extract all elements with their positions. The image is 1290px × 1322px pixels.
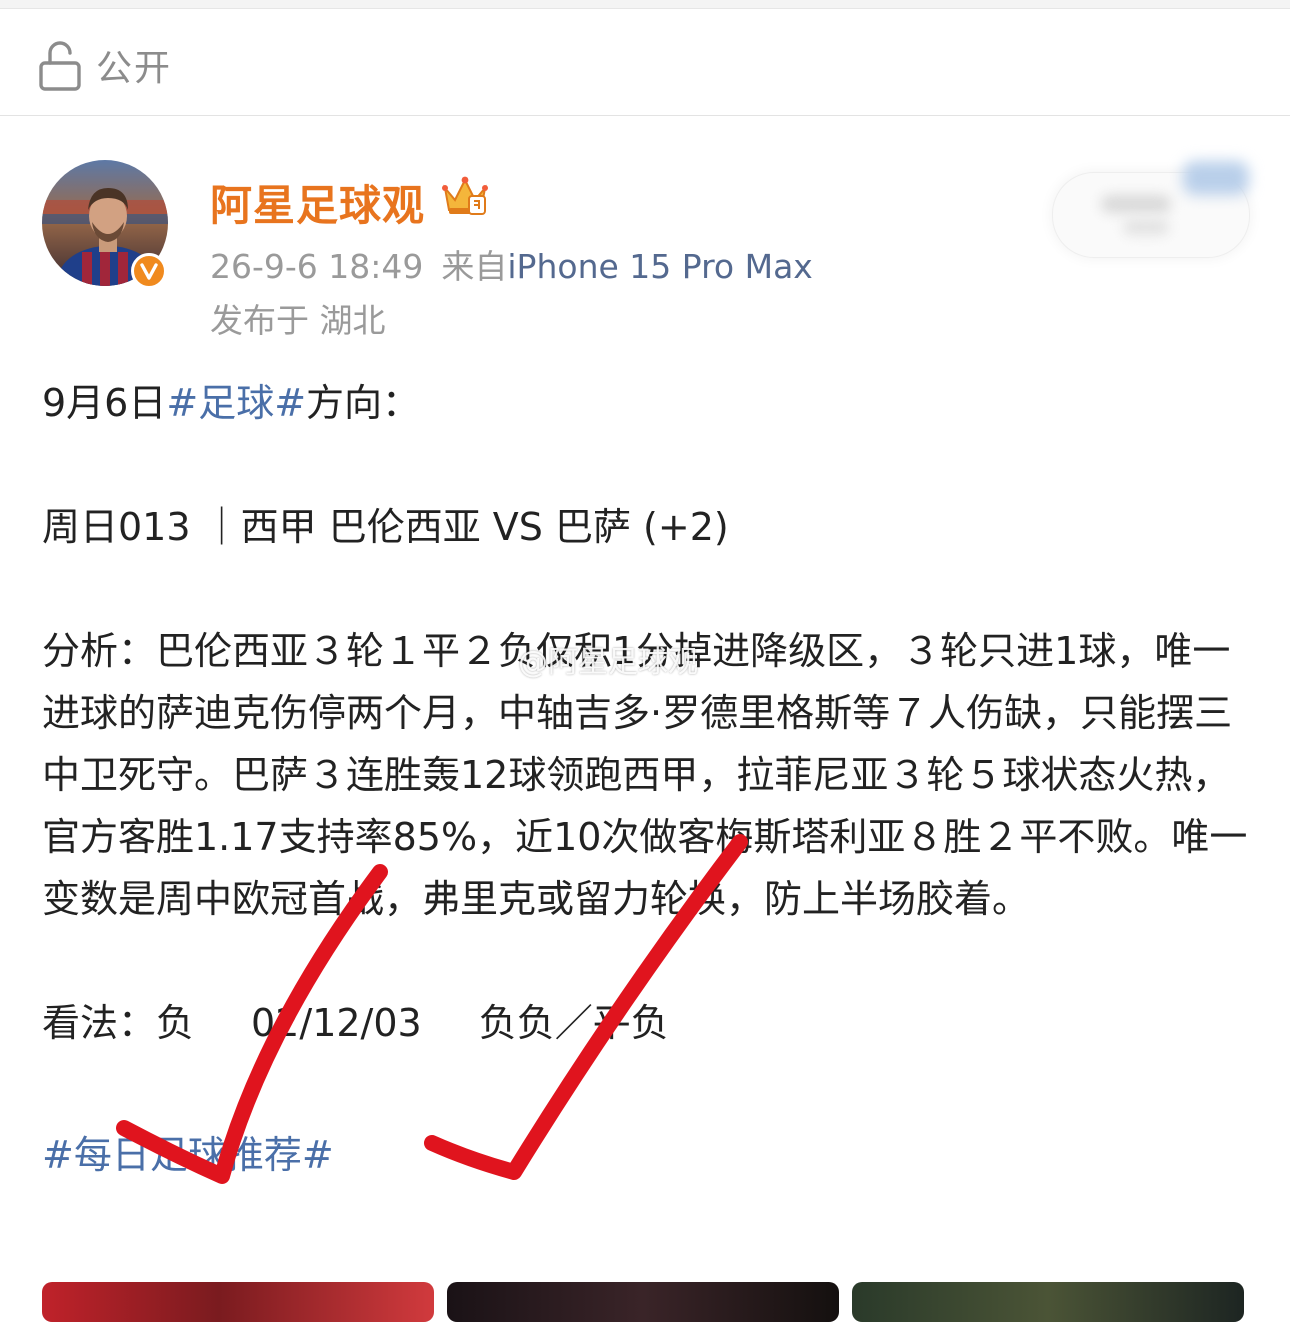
image-thumbnail-row: [42, 1282, 1246, 1322]
image-thumbnail[interactable]: [852, 1282, 1244, 1322]
source-device-link[interactable]: iPhone 15 Pro Max: [507, 247, 812, 286]
view-label: 看法：: [42, 1001, 157, 1045]
follow-button-blurred-sublabel: [1123, 219, 1169, 235]
author-name[interactable]: 阿星足球观: [210, 172, 425, 233]
lock-open-icon: [39, 41, 81, 91]
analysis-text: 分析：巴伦西亚３轮１平２负仅积1分掉进降级区，３轮只进1球，唯一进球的萨迪克伤停…: [42, 629, 1248, 921]
image-thumbnail[interactable]: [447, 1282, 839, 1322]
crown-vip-icon[interactable]: [441, 174, 489, 218]
view-pick: 负: [156, 1001, 195, 1045]
privacy-bar[interactable]: 公开: [0, 9, 1290, 116]
view-line: 看法：负 02/12/03 负负／平负: [42, 992, 1252, 1054]
follow-button-blurred-tag: [1183, 161, 1249, 195]
post-intro: 9月6日#足球#方向：: [42, 372, 1252, 434]
verified-v-icon: [131, 253, 167, 289]
view-scores: 02/12/03: [251, 1001, 422, 1045]
follow-button-blurred-label: [1101, 195, 1171, 213]
post-body: 9月6日#足球#方向： 周日013 ｜西甲 巴伦西亚 VS 巴萨 (+2) 分析…: [42, 372, 1252, 1186]
post-location: 发布于 湖北: [210, 301, 386, 340]
intro-suffix: 方向：: [306, 381, 421, 425]
privacy-label: 公开: [96, 48, 173, 89]
post-meta: 26-9-6 18:49 来自iPhone 15 Pro Max: [210, 240, 813, 288]
intro-date: 9月6日: [42, 381, 167, 425]
match-line: 周日013 ｜西甲 巴伦西亚 VS 巴萨 (+2): [42, 505, 729, 549]
view-halffull: 负负／平负: [478, 1001, 669, 1045]
hashtag-daily-football[interactable]: #每日足球推荐#: [42, 1124, 1252, 1186]
post-timestamp: 26-9-6 18:49: [210, 247, 424, 286]
top-edge: [0, 0, 1290, 9]
image-thumbnail[interactable]: [42, 1282, 434, 1322]
hashtag-football[interactable]: #足球#: [166, 381, 306, 425]
follow-button[interactable]: [1052, 161, 1250, 258]
source-prefix: 来自: [441, 247, 508, 286]
